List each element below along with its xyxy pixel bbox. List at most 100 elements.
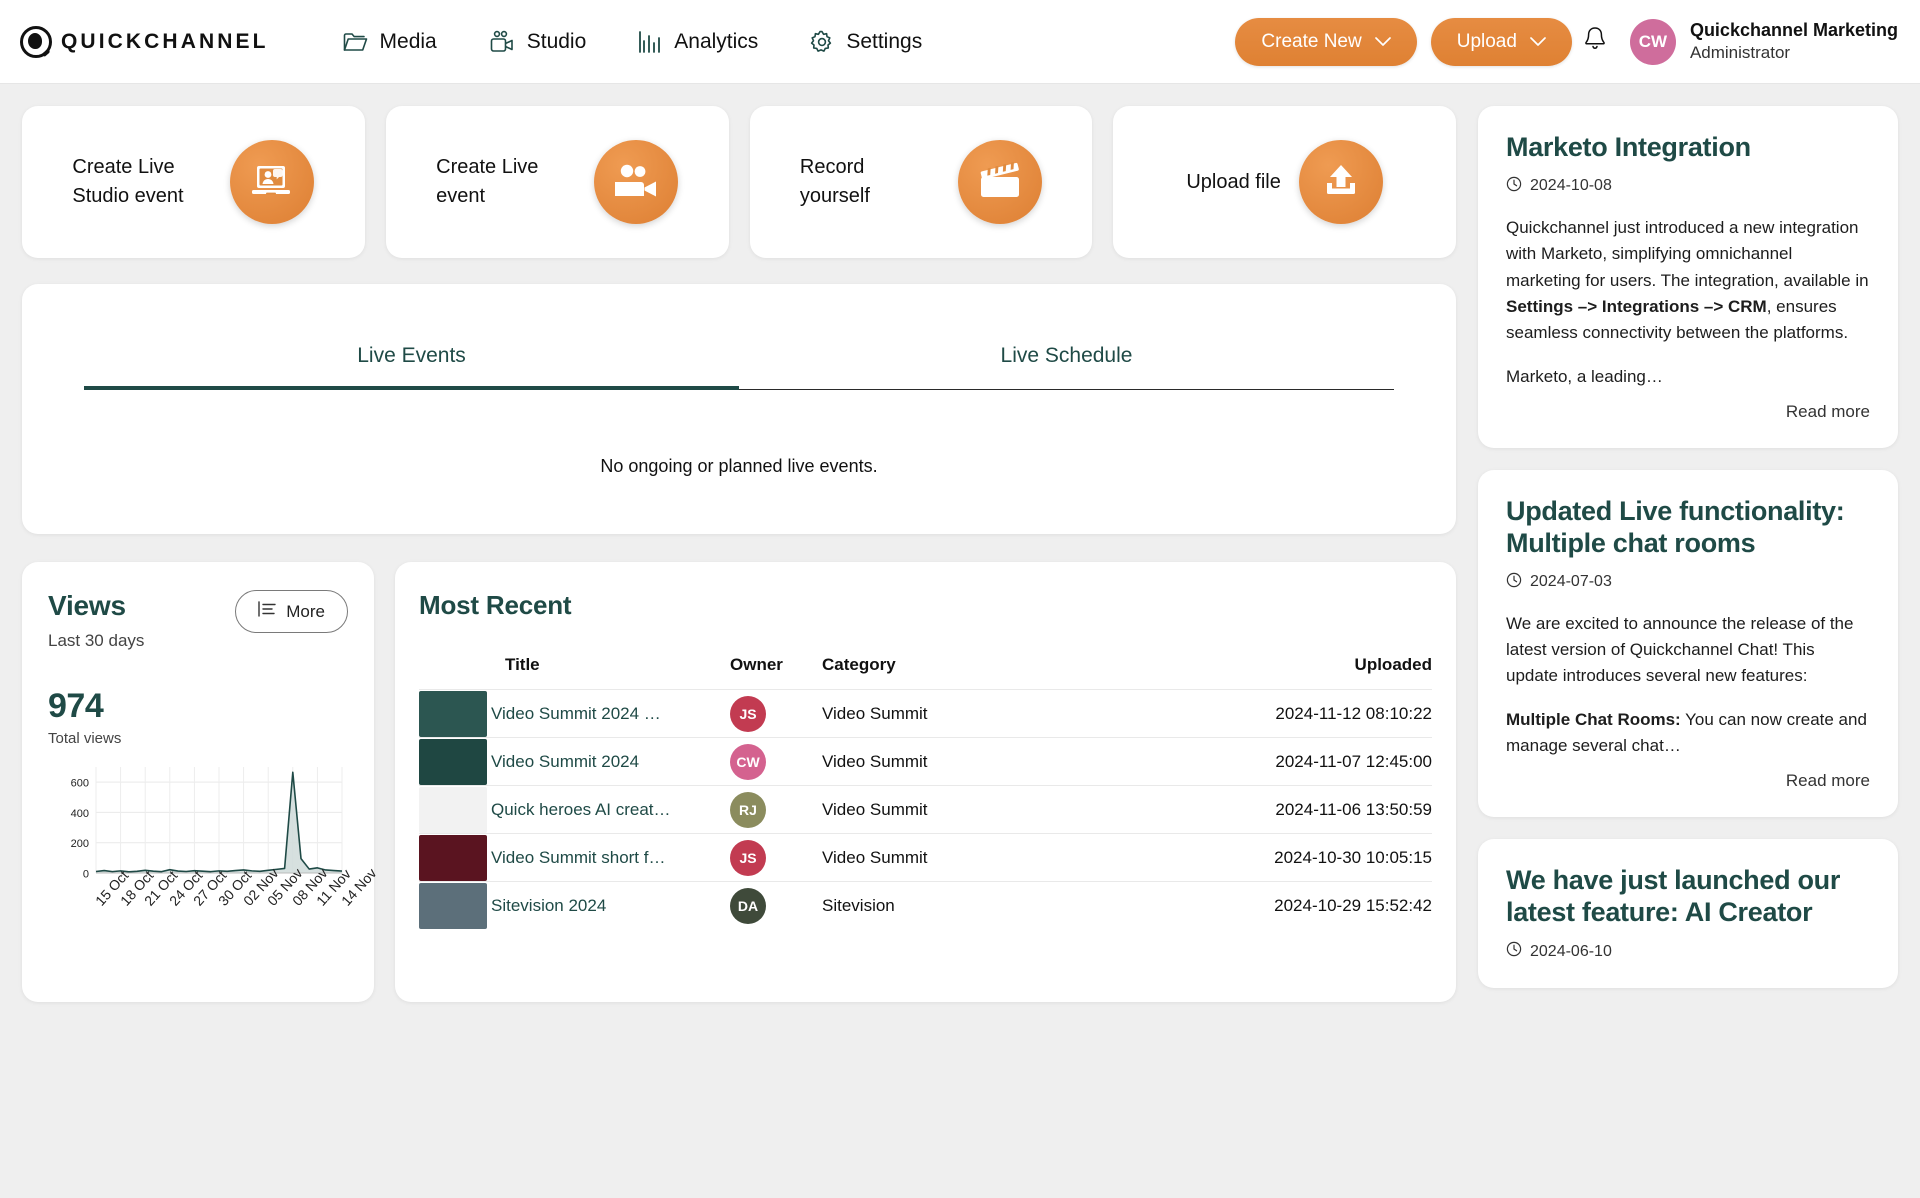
total-views-label: Total views: [48, 730, 122, 747]
quick-action-create-live-studio-event[interactable]: Create Live Studio event: [22, 106, 365, 258]
owner-avatar: CW: [730, 743, 766, 780]
cell-thumbnail: [419, 689, 491, 738]
news-title: We have just launched our latest feature…: [1506, 865, 1841, 928]
cell-category: Video Summit: [822, 737, 1012, 786]
news-body: Quickchannel just introduced a new integ…: [1506, 215, 1870, 390]
cell-uploaded: 2024-11-07 12:45:00: [1012, 737, 1432, 786]
cell-owner: JS: [730, 833, 822, 882]
views-chart-x-axis: 15 Oct 18 Oct 21 Oct 24 Oct 27 Oct 30 Oct 02 N…: [48, 865, 380, 966]
clapperboard-icon: [957, 140, 1042, 224]
main-column: Create Live Studio event Create Live eve…: [22, 106, 1456, 1198]
views-more-button[interactable]: More: [235, 590, 348, 633]
cell-title[interactable]: Video Summit short f…: [491, 833, 730, 882]
news-card-updated-live-functionality[interactable]: Updated Live functionality: Multiple cha…: [1478, 469, 1898, 818]
svg-text:200: 200: [71, 838, 89, 850]
create-new-button[interactable]: Create New: [1235, 17, 1417, 66]
news-paragraph-2: Multiple Chat Rooms: You can now create …: [1506, 707, 1870, 760]
live-tabs: Live Events Live Schedule: [84, 332, 1394, 390]
svg-text:600: 600: [71, 778, 89, 790]
video-camera-icon: [489, 30, 515, 54]
presenter-laptop-icon: [230, 140, 315, 224]
video-thumbnail: [419, 882, 487, 929]
video-thumbnail: [419, 786, 487, 833]
user-role: Administrator: [1689, 42, 1791, 62]
nav-item-media[interactable]: Media: [317, 30, 463, 54]
cell-uploaded: 2024-11-06 13:50:59: [1012, 785, 1432, 834]
read-more-link[interactable]: Read more: [1506, 402, 1870, 422]
chevron-down-icon: [1374, 31, 1391, 53]
news-card-marketo-integration[interactable]: Marketo Integration 2024-10-08 Quickchan…: [1478, 106, 1898, 448]
column-uploaded: Uploaded: [1354, 655, 1432, 674]
nav-item-settings[interactable]: Settings: [784, 30, 948, 54]
table-row[interactable]: Video Summit short f… JS Video Summit 2024-…: [419, 833, 1432, 882]
cell-uploaded: 2024-11-12 08:10:22: [1012, 689, 1432, 738]
brand-name: QUICKCHANNEL: [61, 29, 269, 53]
most-recent-card: Most Recent Title Owner Category Uploade…: [395, 562, 1456, 1002]
nav-item-analytics-label: Analytics: [674, 29, 759, 53]
avatar[interactable]: CW: [1629, 18, 1676, 65]
most-recent-table: Title Owner Category Uploaded Video Summ…: [419, 655, 1432, 930]
clock-icon: [1506, 176, 1522, 197]
table-header: Title Owner Category Uploaded: [419, 655, 1432, 690]
column-owner: Owner: [730, 655, 783, 674]
cell-owner: JS: [730, 689, 822, 738]
nav-item-analytics[interactable]: Analytics: [612, 30, 784, 54]
clock-icon: [1506, 941, 1522, 962]
quick-action-create-live-event[interactable]: Create Live event: [385, 106, 729, 258]
cell-title[interactable]: Video Summit 2024: [491, 737, 730, 786]
live-events-empty-message: No ongoing or planned live events.: [600, 456, 878, 476]
total-views-value: 974: [48, 687, 104, 725]
news-text-a: Quickchannel just introduced a new integ…: [1506, 217, 1869, 290]
read-more-link[interactable]: Read more: [1506, 771, 1870, 791]
news-paragraph-2: Marketo, a leading…: [1506, 366, 1663, 386]
news-card-ai-creator[interactable]: We have just launched our latest feature…: [1478, 839, 1898, 989]
views-chart: 0 200 400 600 15 Oct 18 Oct 21 Oct 24 Oct 27 Oc…: [48, 761, 380, 961]
news-sidebar: Marketo Integration 2024-10-08 Quickchan…: [1478, 106, 1898, 1198]
views-card: Views Last 30 days More 974 Total views …: [22, 562, 380, 1002]
cell-thumbnail: [419, 881, 491, 930]
cell-thumbnail: [419, 737, 491, 786]
tab-live-schedule[interactable]: Live Schedule: [739, 332, 1394, 390]
owner-avatar: DA: [730, 887, 766, 924]
svg-text:0: 0: [83, 869, 89, 881]
table-row[interactable]: Sitevision 2024 DA Sitevision 2024-10-29 15…: [419, 881, 1432, 930]
brand-logo[interactable]: QUICKCHANNEL: [20, 25, 269, 58]
quick-action-upload-file[interactable]: Upload file: [1113, 106, 1456, 258]
tab-live-events[interactable]: Live Events: [84, 332, 739, 390]
cell-title[interactable]: Quick heroes AI creat…: [491, 785, 730, 834]
create-new-label: Create New: [1261, 30, 1362, 52]
user-info[interactable]: Quickchannel Marketing Administrator: [1690, 19, 1898, 64]
quick-action-record-yourself[interactable]: Record yourself: [749, 106, 1093, 258]
table-body: Video Summit 2024 … JS Video Summit 2024-11…: [419, 689, 1432, 930]
nav-item-studio[interactable]: Studio: [463, 30, 613, 54]
views-heading-group: Views Last 30 days: [48, 590, 144, 651]
most-recent-title: Most Recent: [419, 590, 572, 620]
news-date: 2024-06-10: [1530, 942, 1612, 960]
owner-avatar: JS: [730, 695, 766, 732]
table-row[interactable]: Video Summit 2024 CW Video Summit 2024-11-0…: [419, 737, 1432, 786]
studio-camera-icon: [594, 140, 679, 224]
cell-thumbnail: [419, 833, 491, 882]
column-thumbnail: [419, 655, 491, 690]
top-navigation-bar: QUICKCHANNEL Media Studio Analytics Sett…: [0, 0, 1920, 84]
quick-action-label: Create Live event: [436, 156, 539, 207]
news-date: 2024-07-03: [1530, 573, 1612, 591]
table-header-row: Title Owner Category Uploaded: [419, 655, 1432, 690]
upload-label: Upload: [1456, 30, 1517, 52]
owner-avatar: JS: [730, 839, 766, 876]
cell-title[interactable]: Video Summit 2024 …: [491, 689, 730, 738]
folder-icon: [343, 31, 368, 53]
bar-chart-icon: [638, 30, 662, 54]
news-title: Marketo Integration: [1506, 132, 1751, 162]
table-row[interactable]: Quick heroes AI creat… RJ Video Summit 2024…: [419, 785, 1432, 834]
news-date-row: 2024-06-10: [1506, 941, 1870, 962]
nav-item-media-label: Media: [379, 29, 437, 53]
news-date: 2024-10-08: [1530, 177, 1612, 195]
views-header: Views Last 30 days More: [48, 590, 348, 651]
quickchannel-logo-icon: [20, 25, 52, 58]
upload-button[interactable]: Upload: [1430, 17, 1572, 66]
video-thumbnail: [419, 738, 487, 785]
notifications-bell-icon[interactable]: [1582, 25, 1608, 58]
table-row[interactable]: Video Summit 2024 … JS Video Summit 2024-11…: [419, 689, 1432, 738]
cell-title[interactable]: Sitevision 2024: [491, 881, 730, 930]
